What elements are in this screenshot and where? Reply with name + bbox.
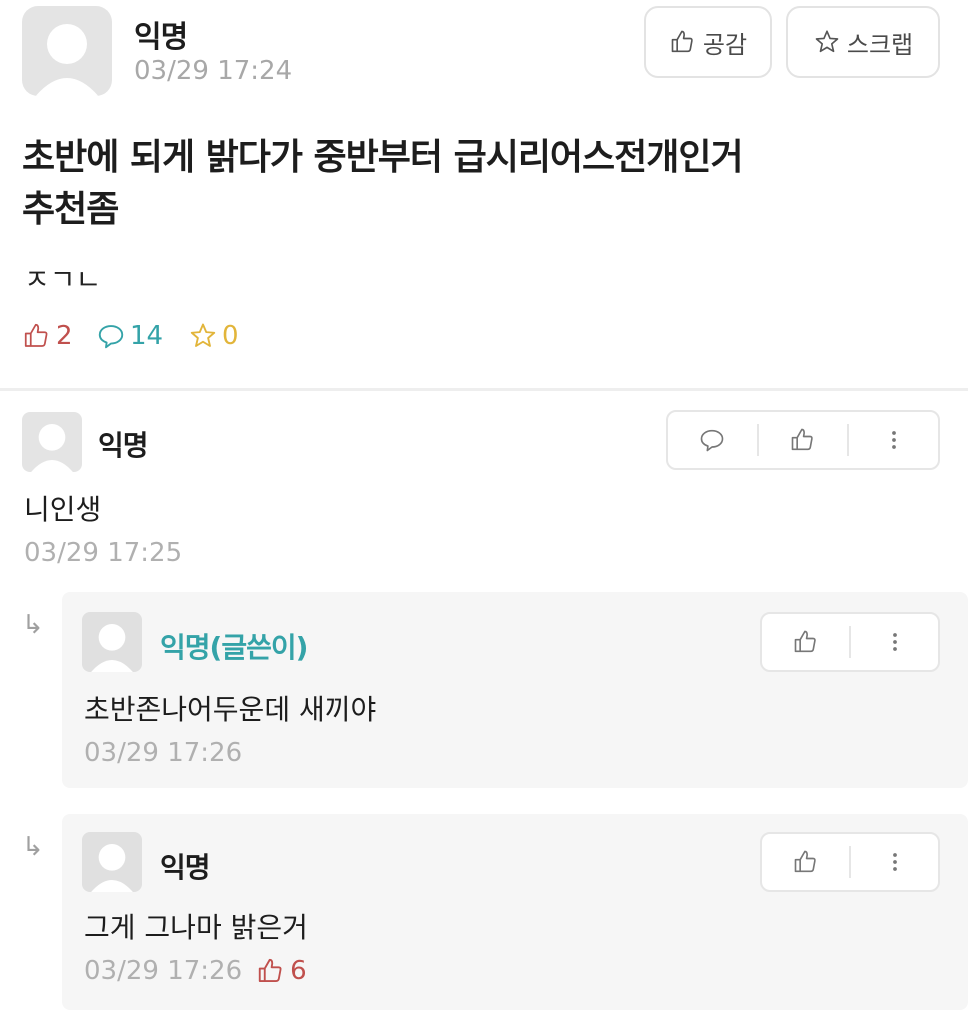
reply-author: 익명 bbox=[160, 851, 211, 884]
thumbs-up-icon bbox=[24, 323, 48, 347]
reply-like-button[interactable] bbox=[762, 614, 849, 670]
like-count: 2 bbox=[56, 321, 73, 351]
comment-author: 익명 bbox=[98, 429, 149, 462]
post-comment-count: 14 bbox=[96, 318, 163, 354]
star-icon bbox=[190, 323, 216, 347]
more-button[interactable] bbox=[851, 834, 938, 890]
comment-avatar bbox=[22, 412, 82, 472]
comment-count: 14 bbox=[130, 321, 164, 351]
reply-time: 03/29 17:26 bbox=[84, 956, 243, 986]
more-button[interactable] bbox=[849, 412, 938, 468]
star-icon bbox=[815, 30, 839, 53]
speech-bubble-icon bbox=[98, 325, 124, 349]
reply-author-op: 익명(글쓴이) bbox=[160, 631, 308, 664]
more-vertical-icon bbox=[892, 633, 897, 651]
section-divider bbox=[0, 388, 968, 391]
reply-text: 그게 그나마 밝은거 bbox=[84, 911, 308, 944]
more-button[interactable] bbox=[851, 614, 938, 670]
post-title: 초반에 되게 밝다가 중반부터 급시리어스전개인거 추천좀 bbox=[22, 132, 922, 236]
default-avatar-icon bbox=[91, 624, 133, 672]
reply-button[interactable] bbox=[668, 412, 757, 468]
default-avatar-icon bbox=[35, 24, 99, 96]
scrap-button-label: 스크랩 bbox=[846, 30, 914, 59]
thumbs-up-icon bbox=[671, 30, 693, 53]
reply-meta: 03/29 17:26 6 bbox=[84, 956, 307, 986]
default-avatar-icon bbox=[31, 424, 73, 472]
reply-like-count: 6 bbox=[256, 956, 307, 986]
speech-bubble-icon bbox=[701, 429, 724, 452]
post-title-line-1: 초반에 되게 밝다가 중반부터 급시리어스전개인거 bbox=[22, 137, 744, 178]
comment-text: 니인생 bbox=[24, 493, 102, 526]
comment-time: 03/29 17:25 bbox=[24, 538, 183, 568]
like-button-label: 공감 bbox=[702, 30, 748, 59]
post-author: 익명 bbox=[134, 20, 188, 55]
reply-like-number: 6 bbox=[290, 956, 307, 986]
post-avatar bbox=[22, 6, 112, 96]
post-body: ㅈㄱㄴ bbox=[24, 263, 102, 296]
comment-like-button[interactable] bbox=[759, 412, 848, 468]
reply-avatar bbox=[82, 612, 142, 672]
post-like-count: 2 bbox=[22, 318, 73, 354]
thumbs-up-icon bbox=[794, 630, 816, 653]
scrap-count: 0 bbox=[222, 321, 239, 351]
comment-actions bbox=[666, 410, 940, 470]
reply-arrow-icon: ↳ bbox=[22, 610, 44, 640]
thumbs-up-icon bbox=[794, 850, 816, 873]
scrap-button[interactable]: 스크랩 bbox=[786, 6, 940, 78]
more-vertical-icon bbox=[892, 853, 897, 871]
reply-actions bbox=[760, 832, 940, 892]
thumbs-up-icon bbox=[791, 428, 813, 451]
post-scrap-count: 0 bbox=[188, 318, 239, 354]
post-title-line-2: 추천좀 bbox=[22, 189, 119, 230]
thumbs-up-icon bbox=[258, 958, 282, 982]
more-vertical-icon bbox=[891, 431, 896, 449]
default-avatar-icon bbox=[91, 844, 133, 892]
post-time: 03/29 17:24 bbox=[134, 56, 293, 86]
reply-text: 초반존나어두운데 새끼야 bbox=[84, 693, 377, 726]
reply-actions bbox=[760, 612, 940, 672]
reply-time: 03/29 17:26 bbox=[84, 738, 243, 768]
reply-like-button[interactable] bbox=[762, 834, 849, 890]
like-button[interactable]: 공감 bbox=[644, 6, 772, 78]
reply-arrow-icon: ↳ bbox=[22, 832, 44, 862]
reply-avatar bbox=[82, 832, 142, 892]
